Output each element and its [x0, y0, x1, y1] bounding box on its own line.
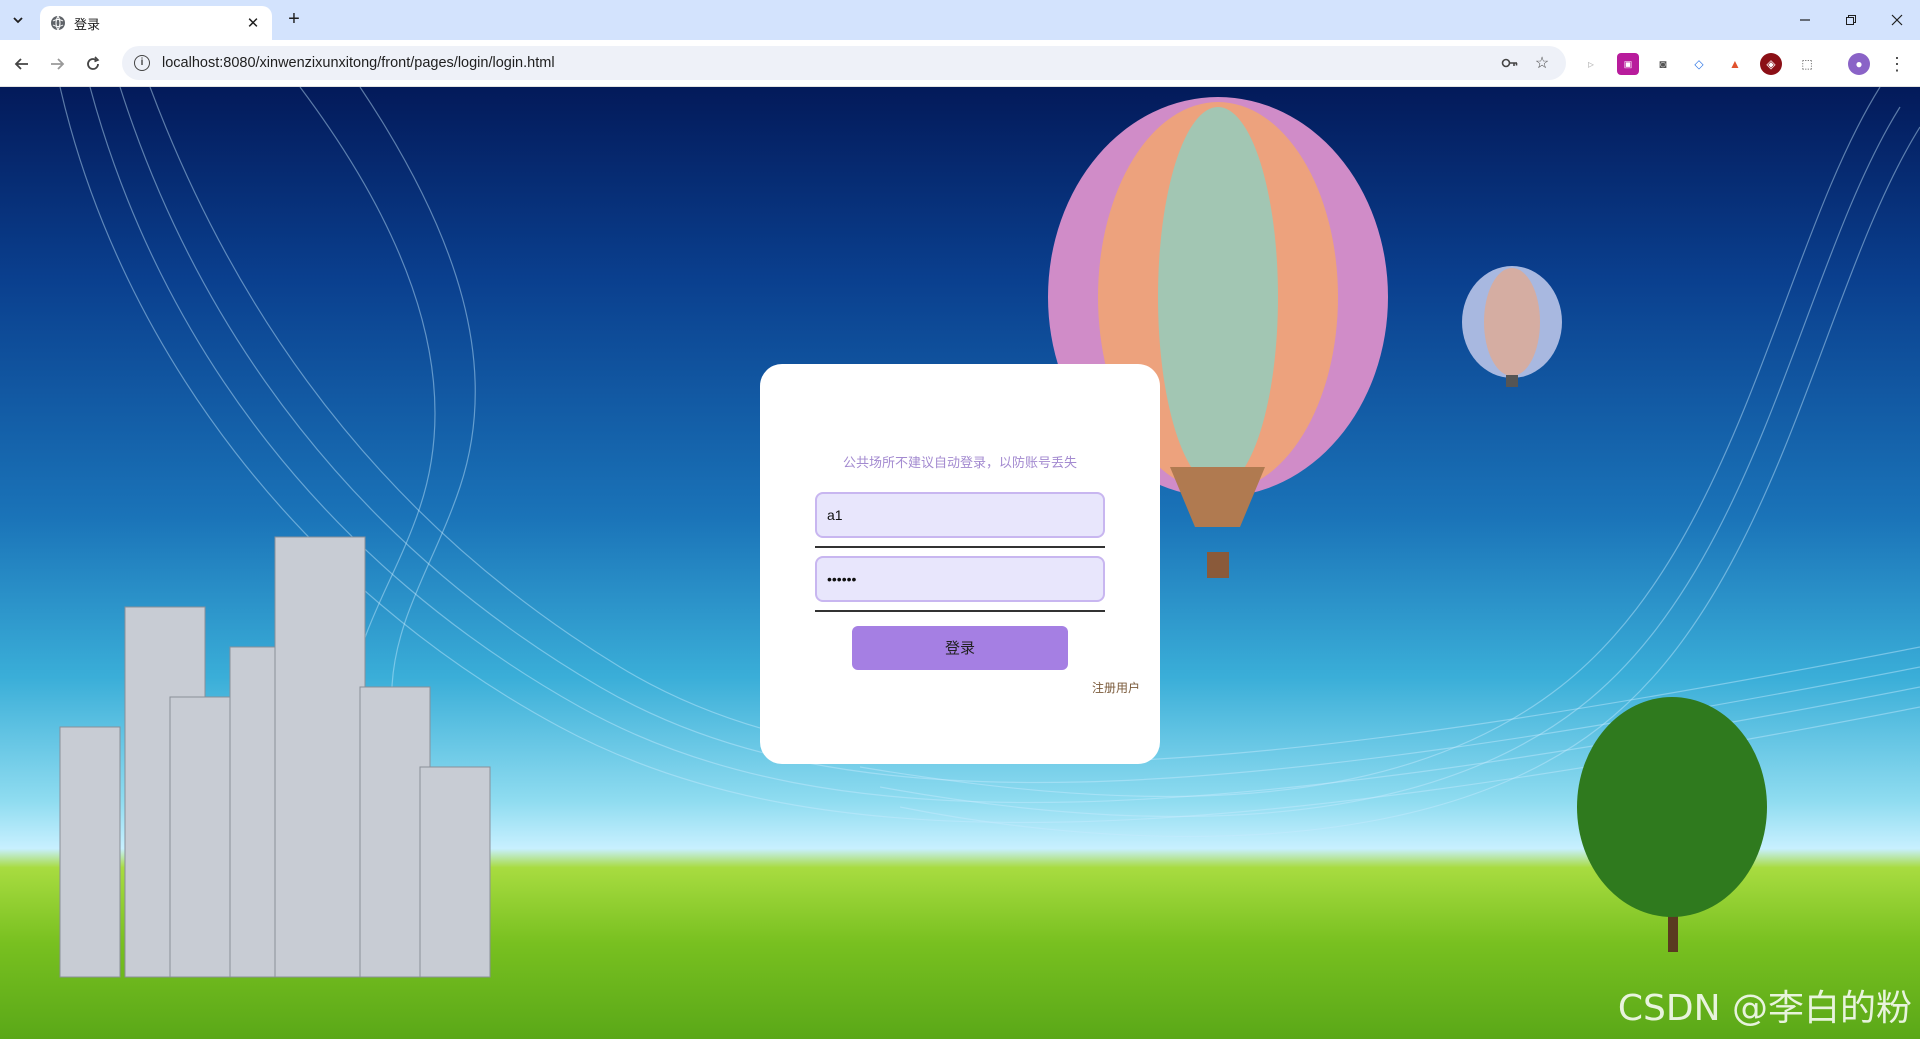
- close-tab-icon[interactable]: ✕: [244, 14, 262, 32]
- tab-title: 登录: [74, 17, 101, 33]
- username-field-wrap: [815, 492, 1105, 548]
- close-icon: [1891, 14, 1903, 26]
- browser-toolbar: i localhost:8080/xinwenzixunxitong/front…: [0, 40, 1920, 87]
- chevron-down-icon: [13, 17, 23, 24]
- address-bar[interactable]: i localhost:8080/xinwenzixunxitong/front…: [122, 46, 1566, 80]
- password-field-wrap: [815, 556, 1105, 612]
- url-text[interactable]: localhost:8080/xinwenzixunxitong/front/p…: [162, 55, 1490, 71]
- minimize-button[interactable]: [1782, 0, 1828, 40]
- restore-button[interactable]: [1828, 0, 1874, 40]
- login-page-background: 公共场所不建议自动登录，以防账号丢失 登录 注册用户 CSDN @李白的粉: [0, 87, 1920, 1039]
- restore-icon: [1846, 15, 1856, 25]
- incognito-extension-icon[interactable]: ◙: [1652, 53, 1674, 75]
- menu-dots-icon[interactable]: ⋮: [1886, 53, 1908, 75]
- browser-tab[interactable]: 登录 ✕: [40, 6, 272, 40]
- layers-extension-icon[interactable]: ◇: [1688, 53, 1710, 75]
- tree-extension-icon[interactable]: ▲: [1724, 53, 1746, 75]
- globe-icon: [51, 15, 65, 31]
- register-link[interactable]: 注册用户: [1092, 679, 1140, 696]
- reload-button[interactable]: [79, 50, 107, 78]
- csdn-watermark: CSDN @李白的粉: [1617, 988, 1912, 1029]
- security-notice: 公共场所不建议自动登录，以防账号丢失: [842, 456, 1077, 471]
- cursor-extension-icon[interactable]: ▹: [1580, 53, 1602, 75]
- password-key-icon[interactable]: [1498, 51, 1522, 75]
- tab-search-button[interactable]: [6, 8, 30, 32]
- new-tab-button[interactable]: +: [282, 8, 306, 32]
- tab-strip: 登录 ✕ +: [0, 0, 1920, 40]
- login-card: 公共场所不建议自动登录，以防账号丢失 登录 注册用户: [760, 364, 1160, 764]
- reload-icon: [87, 56, 100, 70]
- back-button[interactable]: [8, 50, 36, 78]
- puzzle-extensions-icon[interactable]: ⬚: [1796, 53, 1818, 75]
- minimize-icon: [1800, 19, 1810, 21]
- arrow-left-icon: [14, 58, 28, 70]
- shield-extension-icon[interactable]: ◈: [1760, 53, 1782, 75]
- forward-button[interactable]: [43, 50, 71, 78]
- site-info-icon[interactable]: i: [134, 55, 150, 71]
- tree: [1577, 697, 1767, 952]
- login-button[interactable]: 登录: [852, 626, 1068, 670]
- extension-pink-icon[interactable]: ▣: [1617, 53, 1639, 75]
- close-window-button[interactable]: [1874, 0, 1920, 40]
- bookmark-star-icon[interactable]: ☆: [1530, 51, 1554, 75]
- username-input[interactable]: [815, 492, 1105, 538]
- arrow-right-icon: [51, 58, 65, 70]
- password-input[interactable]: [815, 556, 1105, 602]
- hot-air-balloon-small: [1462, 266, 1562, 387]
- profile-avatar[interactable]: ●: [1848, 53, 1870, 75]
